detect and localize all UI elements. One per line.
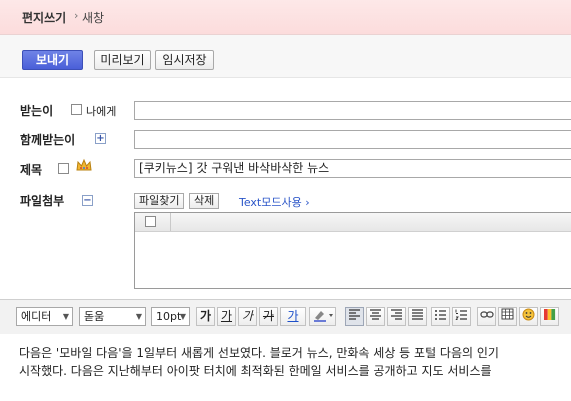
attach-collapse-icon[interactable]: − (82, 195, 93, 206)
numbered-list-button[interactable] (452, 307, 471, 326)
align-right-button[interactable] (387, 307, 406, 326)
insert-link-button[interactable] (477, 307, 496, 326)
font-family-select[interactable]: 돋움 ▼ (79, 307, 146, 326)
action-toolbar (0, 35, 571, 78)
message-body-editor[interactable]: 다음은 '모바일 다음'을 1일부터 새롭게 선보였다. 블로거 뉴스, 만화속… (0, 334, 571, 401)
bold-button[interactable]: 가 (196, 307, 215, 326)
font-color-button[interactable]: 가 (280, 307, 306, 326)
align-right-icon (391, 309, 402, 320)
align-left-icon (349, 309, 360, 320)
emoticon-icon (522, 308, 535, 321)
crown-icon (76, 158, 92, 174)
align-center-icon (370, 309, 381, 320)
find-file-button[interactable]: 파일찾기 (134, 193, 185, 209)
font-size-select[interactable]: 10pt ▼ (151, 307, 190, 326)
editor-mode-select[interactable]: 에디터 ▼ (16, 307, 73, 326)
to-input[interactable] (134, 101, 571, 120)
subject-input[interactable]: [쿠키뉴스] 갓 구워낸 바삭바삭한 뉴스 (134, 159, 571, 178)
chevron-down-icon: ▼ (179, 312, 186, 321)
bullet-list-icon (435, 310, 446, 320)
body-text-line: 다음은 '모바일 다음'을 1일부터 새롭게 선보였다. 블로거 뉴스, 만화속… (19, 346, 499, 360)
background-color-button[interactable] (540, 307, 559, 326)
preview-button[interactable]: 미리보기 (94, 50, 151, 70)
select-all-checkbox[interactable] (145, 216, 156, 227)
text-mode-link[interactable]: Text모드사용 › (239, 194, 310, 210)
insert-emoticon-button[interactable] (519, 307, 538, 326)
strikethrough-button[interactable]: 가 (259, 307, 278, 326)
font-family-value: 돋움 (84, 310, 105, 323)
window-header: 편지쓰기 › 새창 (0, 0, 571, 35)
to-label: 받는이 (20, 104, 54, 118)
chevron-down-icon: ▼ (62, 312, 69, 321)
cc-input[interactable] (134, 130, 571, 149)
delete-file-button[interactable]: 삭제 (189, 193, 220, 209)
insert-table-button[interactable] (498, 307, 517, 326)
italic-button[interactable]: 가 (238, 307, 257, 326)
send-button[interactable]: 보내기 (22, 50, 83, 70)
bullet-list-button[interactable] (431, 307, 450, 326)
cc-label: 함께받는이 (20, 133, 76, 147)
align-justify-button[interactable] (408, 307, 427, 326)
table-icon (501, 308, 514, 320)
numbered-list-icon (455, 309, 467, 321)
color-palette-icon (544, 309, 556, 320)
align-center-button[interactable] (366, 307, 385, 326)
font-size-value: 10pt (156, 310, 182, 323)
save-draft-button[interactable]: 임시저장 (155, 50, 214, 70)
highlight-button[interactable] (309, 307, 336, 326)
to-self-checkbox[interactable] (71, 104, 82, 115)
breadcrumb-separator: › (74, 9, 79, 22)
align-left-button[interactable] (345, 307, 364, 326)
chevron-down-icon: ▼ (135, 312, 142, 321)
body-text-line: 시작했다. 다음은 지난해부터 아이팟 터치에 최적화된 한메일 서비스를 공개… (19, 364, 492, 378)
attachment-list-header (135, 213, 571, 232)
to-self-label: 나에게 (86, 105, 117, 118)
breadcrumb-current: 새창 (82, 11, 105, 25)
editor-mode-value: 에디터 (21, 310, 52, 323)
page-title: 편지쓰기 (22, 11, 67, 25)
link-icon (479, 311, 494, 318)
column-divider (170, 213, 171, 231)
subject-label: 제목 (20, 163, 43, 177)
highlight-icon (313, 311, 333, 322)
editor-toolbar: 에디터 ▼ 돋움 ▼ 10pt ▼ 가 가 가 가 가 (0, 299, 571, 335)
attach-label: 파일첨부 (20, 194, 65, 208)
important-checkbox[interactable] (58, 163, 69, 174)
cc-expand-icon[interactable]: + (95, 133, 106, 144)
underline-button[interactable]: 가 (217, 307, 236, 326)
attachment-list[interactable] (134, 212, 571, 289)
align-justify-icon (412, 309, 423, 320)
